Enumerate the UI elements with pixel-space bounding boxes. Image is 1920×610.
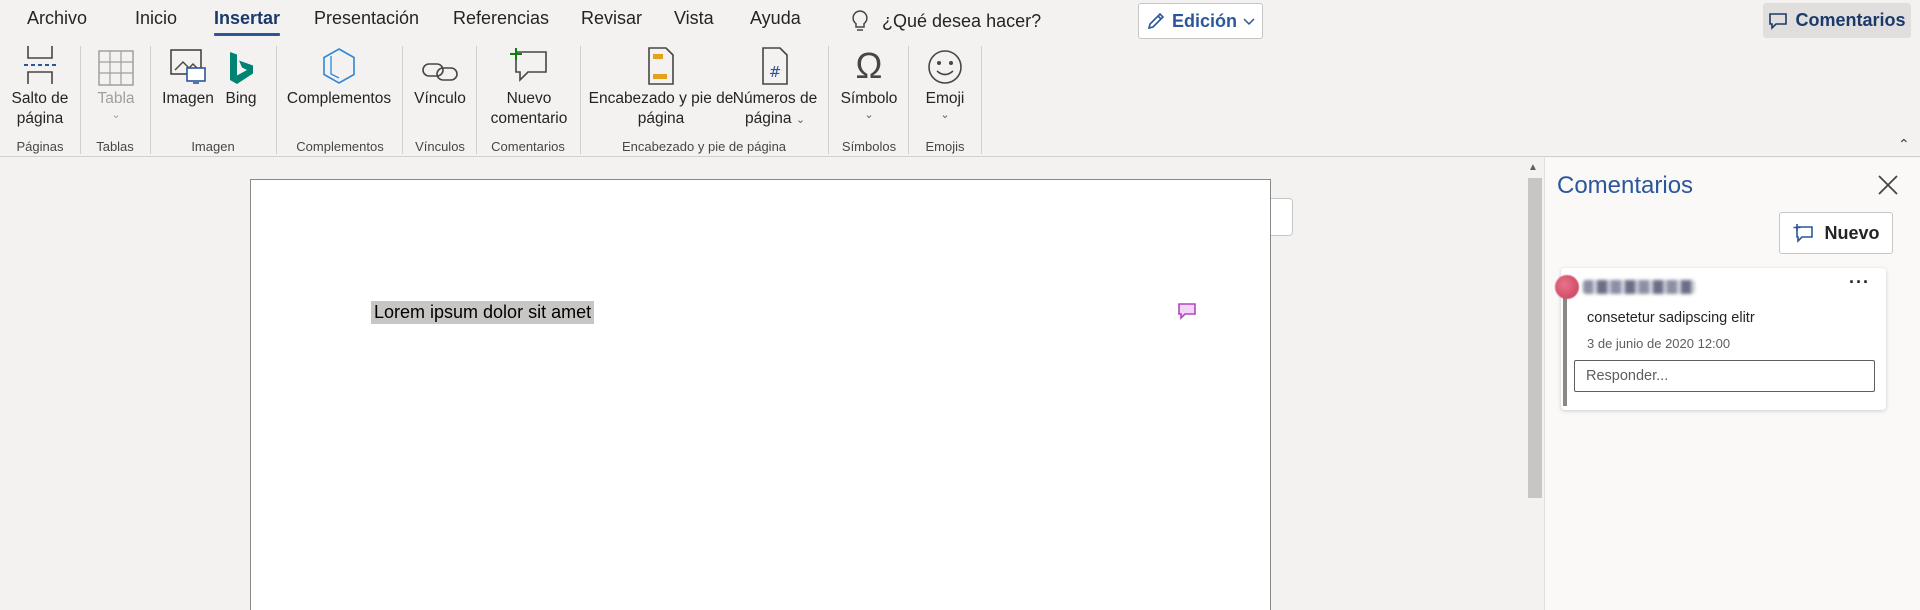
addins-label: Complementos [286,90,392,107]
page-numbers-button[interactable]: # Números de página ⌄ [732,42,818,129]
scrollbar-thumb[interactable] [1528,178,1542,498]
tab-insertar[interactable]: Insertar [214,8,281,36]
collapse-ribbon-icon[interactable]: ⌃ [1898,136,1910,153]
new-comment-label: Nuevo comentario [490,90,568,127]
chevron-down-icon: ⌄ [111,109,121,121]
tab-inicio[interactable]: Inicio [135,8,177,29]
smiley-icon [926,42,964,86]
page-break-button[interactable]: Salto de página [8,42,72,129]
new-comment-button[interactable]: Nuevo [1779,212,1893,254]
tab-revisar[interactable]: Revisar [581,8,642,29]
bing-icon [227,42,255,86]
table-icon [98,42,134,86]
avatar [1555,275,1579,299]
group-label-pages: Páginas [16,139,64,154]
chevron-down-icon: ⌄ [940,109,950,121]
image-button[interactable]: Imagen [160,42,216,109]
link-label: Vínculo [414,90,466,107]
image-icon [167,42,209,86]
scroll-up-icon[interactable]: ▲ [1528,162,1538,173]
tab-ayuda[interactable]: Ayuda [750,8,801,29]
page-edge-tab [1271,198,1293,236]
emoji-label: Emoji [925,90,965,107]
tab-referencias[interactable]: Referencias [453,8,549,29]
chevron-down-icon: ⌄ [795,114,806,126]
bing-button[interactable]: Bing [223,42,259,109]
header-footer-button[interactable]: Encabezado y pie de página [588,42,734,129]
comments-pane-title: Comentarios [1557,172,1694,199]
chevron-down-icon [1243,18,1255,26]
comment-icon [1769,12,1788,30]
tab-archivo[interactable]: Archivo [27,8,87,29]
new-comment-icon [508,42,550,86]
page-numbers-label: Números de página ⌄ [732,90,818,127]
symbol-label: Símbolo [840,90,898,107]
omega-icon: Ω [855,45,883,86]
group-label-links: Vínculos [415,139,465,154]
tab-vista[interactable]: Vista [674,8,714,29]
comments-toggle-label: Comentarios [1795,10,1906,30]
header-footer-icon [646,42,676,86]
page-number-icon: # [760,42,790,86]
image-label: Imagen [162,90,214,107]
comment-marker-icon[interactable] [1177,301,1197,321]
more-options-icon[interactable]: ··· [1849,272,1870,293]
comment-card[interactable]: ··· consetetur sadipscing elitr 3 de jun… [1555,268,1886,410]
editing-mode-button[interactable]: Edición [1138,3,1263,39]
table-button[interactable]: Tabla ⌄ [96,42,136,121]
comments-pane: Comentarios Nuevo ··· consetetur sadipsc… [1544,158,1920,610]
document-page[interactable]: Lorem ipsum dolor sit amet [250,179,1271,610]
svg-text:#: # [769,63,782,81]
group-label-addins: Complementos [296,139,384,154]
editing-mode-label: Edición [1171,10,1237,31]
link-button[interactable]: Vínculo [412,42,468,109]
bing-label: Bing [225,90,257,107]
tab-presentacion[interactable]: Presentación [314,8,419,29]
symbol-button[interactable]: Ω Símbolo ⌄ [836,42,902,122]
link-icon [420,42,460,86]
group-label-comments: Comentarios [491,139,565,154]
new-comment-icon [1793,224,1814,243]
tell-me-search[interactable]: ¿Qué desea hacer? [850,9,1041,33]
group-label-image: Imagen [191,139,235,154]
document-canvas: Lorem ipsum dolor sit amet [0,158,1544,610]
new-comment-ribbon-button[interactable]: Nuevo comentario [484,42,574,129]
document-scrollbar[interactable]: ▲ [1524,158,1544,610]
pencil-icon [1147,12,1165,30]
addins-button[interactable]: Complementos [287,42,391,109]
comment-author-redacted [1583,280,1695,294]
comment-date: 3 de junio de 2020 12:00 [1587,336,1731,351]
emoji-button[interactable]: Emoji ⌄ [918,42,972,121]
tell-me-text: ¿Qué desea hacer? [882,10,1042,31]
page-break-icon [22,42,58,86]
page-break-label: Salto de página [11,90,69,127]
chevron-down-icon: ⌄ [864,109,874,121]
reply-input[interactable] [1574,360,1875,392]
group-label-symbols: Símbolos [841,139,897,154]
menu-bar: Archivo Inicio Insertar Presentación Ref… [0,0,1920,42]
comment-thread-rule [1563,292,1567,406]
comment-text: consetetur sadipscing elitr [1587,310,1755,326]
group-label-header-footer: Encabezado y pie de página [621,139,787,154]
group-label-emojis: Emojis [925,139,965,154]
new-comment-button-label: Nuevo [1824,222,1880,243]
close-icon[interactable] [1875,172,1901,198]
hexagon-icon [319,42,359,86]
lightbulb-icon [852,10,868,31]
group-label-tables: Tablas [96,139,134,154]
comments-toggle-button[interactable]: Comentarios [1763,3,1911,38]
header-footer-label: Encabezado y pie de página [588,90,734,127]
document-text-selection[interactable]: Lorem ipsum dolor sit amet [371,301,595,324]
ribbon-insert: Salto de página Tabla ⌄ Imagen Bing Compl… [0,42,1920,157]
table-label: Tabla [97,90,135,107]
